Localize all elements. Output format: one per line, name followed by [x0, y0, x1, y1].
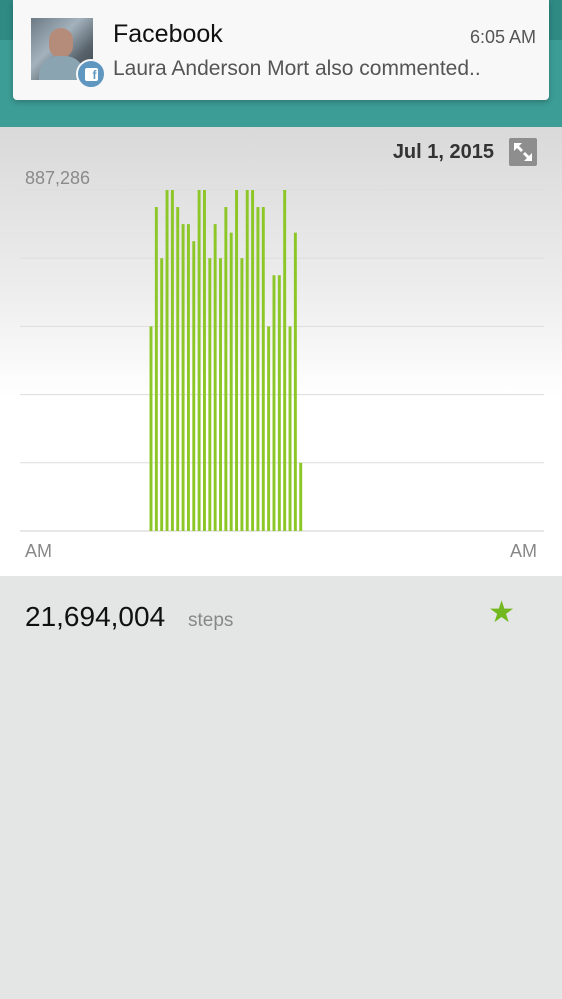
chart-bar [245, 190, 249, 531]
chart-bar [149, 326, 153, 531]
chart-bar [288, 326, 292, 531]
chart-bar [224, 207, 228, 532]
chart-date: Jul 1, 2015 [392, 141, 494, 163]
chart-bar [208, 258, 212, 531]
chart-bar [240, 258, 244, 531]
chart-bar [229, 232, 233, 531]
steps-chart [20, 189, 544, 532]
chart-bar [186, 224, 190, 531]
chart-bar [277, 275, 281, 531]
steps-unit: steps [188, 610, 234, 631]
chart-bar [251, 190, 255, 531]
chart-bar [203, 190, 206, 531]
chart-bar [160, 258, 164, 531]
chart-bar [213, 224, 217, 531]
x-axis-start-label: AM [25, 541, 52, 561]
chart-bar [181, 224, 185, 531]
chart-bar [197, 190, 201, 531]
steps-chart-card: Jul 1, 2015 887,286 AM AM [0, 127, 562, 576]
notification-title: Facebook [113, 20, 223, 48]
chart-bar [299, 462, 303, 531]
chart-bar [176, 207, 180, 532]
chart-bar [293, 232, 297, 531]
expand-icon[interactable] [509, 138, 537, 166]
chart-bar [235, 190, 239, 531]
chart-bar [154, 207, 158, 532]
chart-bar [267, 326, 271, 531]
chart-bar [165, 190, 169, 531]
y-axis-max-label: 887,286 [25, 168, 91, 188]
chart-bar [170, 190, 174, 531]
chart-bar [192, 241, 196, 531]
notification-time: 6:05 AM [469, 27, 536, 47]
chart-bar [219, 258, 222, 531]
x-axis-end-label: AM [510, 541, 537, 561]
facebook-badge-icon: f [76, 59, 106, 89]
steps-count: 21,694,004 [25, 601, 166, 632]
notification-text: Laura Anderson Mort also commented.. [113, 57, 481, 80]
star-icon[interactable]: ★ [488, 598, 515, 628]
chart-bar [256, 207, 260, 532]
chart-bar [283, 190, 287, 531]
chart-bar [261, 207, 265, 532]
notification-card[interactable]: f Facebook 6:05 AM Laura Anderson Mort a… [13, 0, 549, 100]
steps-summary: 21,694,004 steps ★ [0, 576, 562, 666]
chart-bar [272, 275, 276, 531]
